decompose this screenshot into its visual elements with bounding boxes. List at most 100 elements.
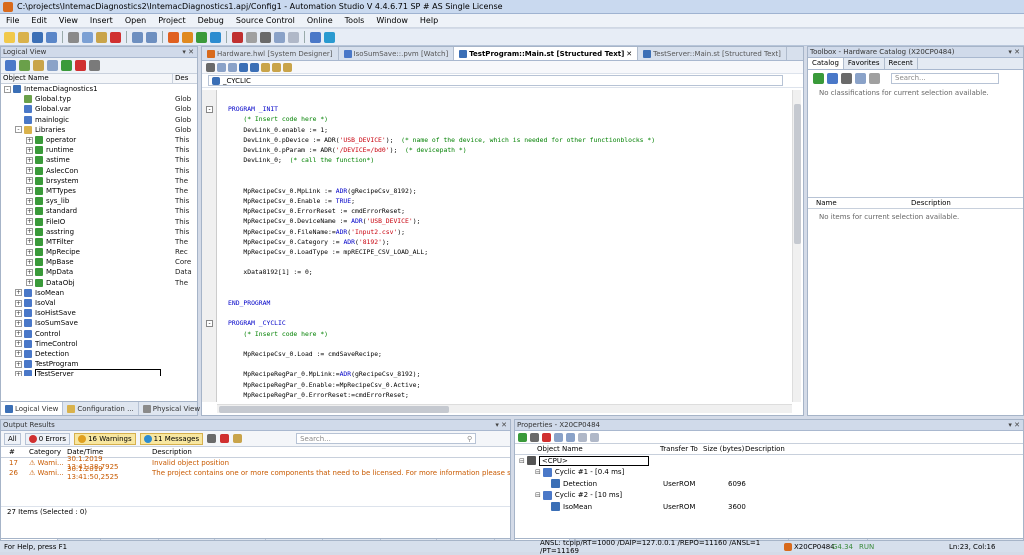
help-icon[interactable]: [310, 31, 321, 43]
settings-icon[interactable]: [578, 432, 587, 442]
globe-icon[interactable]: [324, 31, 335, 43]
add-object-icon[interactable]: [19, 60, 30, 71]
editor-tab[interactable]: Hardware.hwl [System Designer]: [202, 47, 339, 60]
expand-toggle-icon[interactable]: +: [15, 360, 22, 368]
transfer-icon[interactable]: [196, 31, 207, 43]
expand-toggle-icon[interactable]: +: [15, 309, 22, 317]
code-area[interactable]: - PROGRAM _INIT (* Insert code here *) De…: [202, 90, 792, 402]
tree-item[interactable]: + IsoMean: [1, 288, 197, 298]
output-column-header[interactable]: #: [1, 448, 29, 456]
tree-item[interactable]: mainlogic Glob: [1, 115, 197, 125]
tree-item[interactable]: + FileIO This: [1, 216, 197, 226]
watch-icon[interactable]: [260, 31, 271, 43]
expand-toggle-icon[interactable]: +: [15, 340, 22, 348]
filter-warnings-button[interactable]: 16 Warnings: [74, 432, 136, 445]
list-view-icon[interactable]: [841, 72, 852, 84]
tree-item[interactable]: + TestServer: [1, 369, 197, 376]
scrollbar-thumb[interactable]: [794, 104, 801, 244]
properties-column-header[interactable]: Description: [745, 445, 845, 453]
column-description[interactable]: Des: [173, 74, 188, 83]
expand-toggle-icon[interactable]: ⊟: [535, 491, 541, 499]
close-tab-icon[interactable]: ✕: [626, 50, 632, 58]
menu-item-project[interactable]: Project: [152, 16, 191, 25]
tree-item[interactable]: + IsoSumSave: [1, 318, 197, 328]
output-column-header[interactable]: Category: [29, 448, 67, 456]
toolbox-search-input[interactable]: Search...: [891, 72, 999, 84]
online-icon[interactable]: [210, 31, 221, 43]
tree-item[interactable]: + brsystem The: [1, 176, 197, 186]
save-icon[interactable]: [32, 31, 43, 43]
tab-physical-view[interactable]: Physical View: [139, 402, 206, 415]
program-selector[interactable]: _CYCLIC: [202, 74, 803, 88]
compare-icon[interactable]: [288, 31, 299, 43]
expand-toggle-icon[interactable]: +: [26, 238, 33, 246]
move-up-icon[interactable]: [554, 432, 563, 442]
expand-toggle-icon[interactable]: +: [26, 258, 33, 266]
menu-item-insert[interactable]: Insert: [84, 16, 119, 25]
filter-icon[interactable]: [89, 60, 100, 71]
next-bookmark-icon[interactable]: [272, 62, 281, 72]
menu-item-online[interactable]: Online: [301, 16, 339, 25]
expand-toggle-icon[interactable]: -: [4, 85, 11, 93]
tree-item[interactable]: + standard This: [1, 206, 197, 216]
tree-item[interactable]: + MpData Data: [1, 267, 197, 277]
expand-toggle-icon[interactable]: +: [26, 228, 33, 236]
tree-item[interactable]: + DataObj The: [1, 278, 197, 288]
editor-horizontal-scrollbar[interactable]: [217, 404, 792, 413]
close-icon[interactable]: ▾ ✕: [182, 48, 197, 56]
properties-column-header[interactable]: Object Name: [515, 445, 660, 453]
tree-item[interactable]: + AslecCon This: [1, 166, 197, 176]
expand-toggle-icon[interactable]: +: [26, 136, 33, 144]
output-column-header[interactable]: Description: [152, 448, 452, 456]
fold-toggle-icon[interactable]: -: [206, 319, 213, 327]
tree-item[interactable]: + astime This: [1, 155, 197, 165]
tree-item[interactable]: + operator This: [1, 135, 197, 145]
tree-item[interactable]: - IntemacDiagnostics1: [1, 84, 197, 94]
tree-item[interactable]: + MpRecipe Rec: [1, 247, 197, 257]
expand-icon[interactable]: [5, 60, 16, 71]
expand-toggle-icon[interactable]: +: [26, 279, 33, 287]
rebuild-icon[interactable]: [182, 31, 193, 43]
add-task-icon[interactable]: [530, 432, 539, 442]
column-name[interactable]: Name: [808, 199, 911, 207]
expand-toggle-icon[interactable]: +: [26, 187, 33, 195]
filter-errors-button[interactable]: 0 Errors: [24, 432, 71, 445]
menu-item-source-control[interactable]: Source Control: [230, 16, 301, 25]
expand-toggle-icon[interactable]: +: [26, 268, 33, 276]
delete-icon[interactable]: [75, 60, 86, 71]
properties-column-header[interactable]: Transfer To: [660, 445, 703, 453]
delete-icon[interactable]: [542, 432, 551, 442]
tab-logical-view[interactable]: Logical View: [1, 402, 64, 415]
software-tree-row[interactable]: IsoMean UserROM 3600: [515, 501, 1023, 513]
delete-icon[interactable]: [110, 31, 121, 43]
refresh-icon[interactable]: [518, 432, 527, 442]
editor-tab[interactable]: IsoSumSave::.pvm [Watch]: [339, 47, 455, 60]
column-description[interactable]: Description: [911, 199, 951, 207]
undo-icon[interactable]: [132, 31, 143, 43]
cut-icon[interactable]: [68, 31, 79, 43]
new-file-icon[interactable]: [4, 31, 15, 43]
close-icon[interactable]: ▾ ✕: [1008, 48, 1023, 56]
properties-column-header[interactable]: Size (bytes): [703, 445, 745, 453]
software-tree-row[interactable]: ⊟ Cyclic #1 - [0.4 ms]: [515, 467, 1023, 479]
open-folder-icon[interactable]: [18, 31, 29, 43]
save-all-icon[interactable]: [46, 31, 57, 43]
software-tree-row[interactable]: Detection UserROM 6096: [515, 478, 1023, 490]
tab-favorites[interactable]: Favorites: [844, 58, 885, 69]
move-down-icon[interactable]: [566, 432, 575, 442]
library-icon[interactable]: [61, 60, 72, 71]
column-object-name[interactable]: Object Name: [1, 74, 173, 83]
editor-tab[interactable]: TestProgram::Main.st [Structured Text] ✕: [454, 47, 639, 60]
tree-item[interactable]: + MTFilter The: [1, 237, 197, 247]
paste-icon[interactable]: [96, 31, 107, 43]
tree-item[interactable]: + runtime This: [1, 145, 197, 155]
menu-item-debug[interactable]: Debug: [192, 16, 230, 25]
bookmark-icon[interactable]: [261, 62, 270, 72]
expand-toggle-icon[interactable]: +: [26, 146, 33, 154]
expand-toggle-icon[interactable]: +: [26, 156, 33, 164]
properties-icon[interactable]: [47, 60, 58, 71]
expand-toggle-icon[interactable]: +: [15, 330, 22, 338]
tree-item[interactable]: + IsoHistSave: [1, 308, 197, 318]
tree-item[interactable]: + Detection: [1, 349, 197, 359]
export-icon[interactable]: [233, 434, 243, 443]
